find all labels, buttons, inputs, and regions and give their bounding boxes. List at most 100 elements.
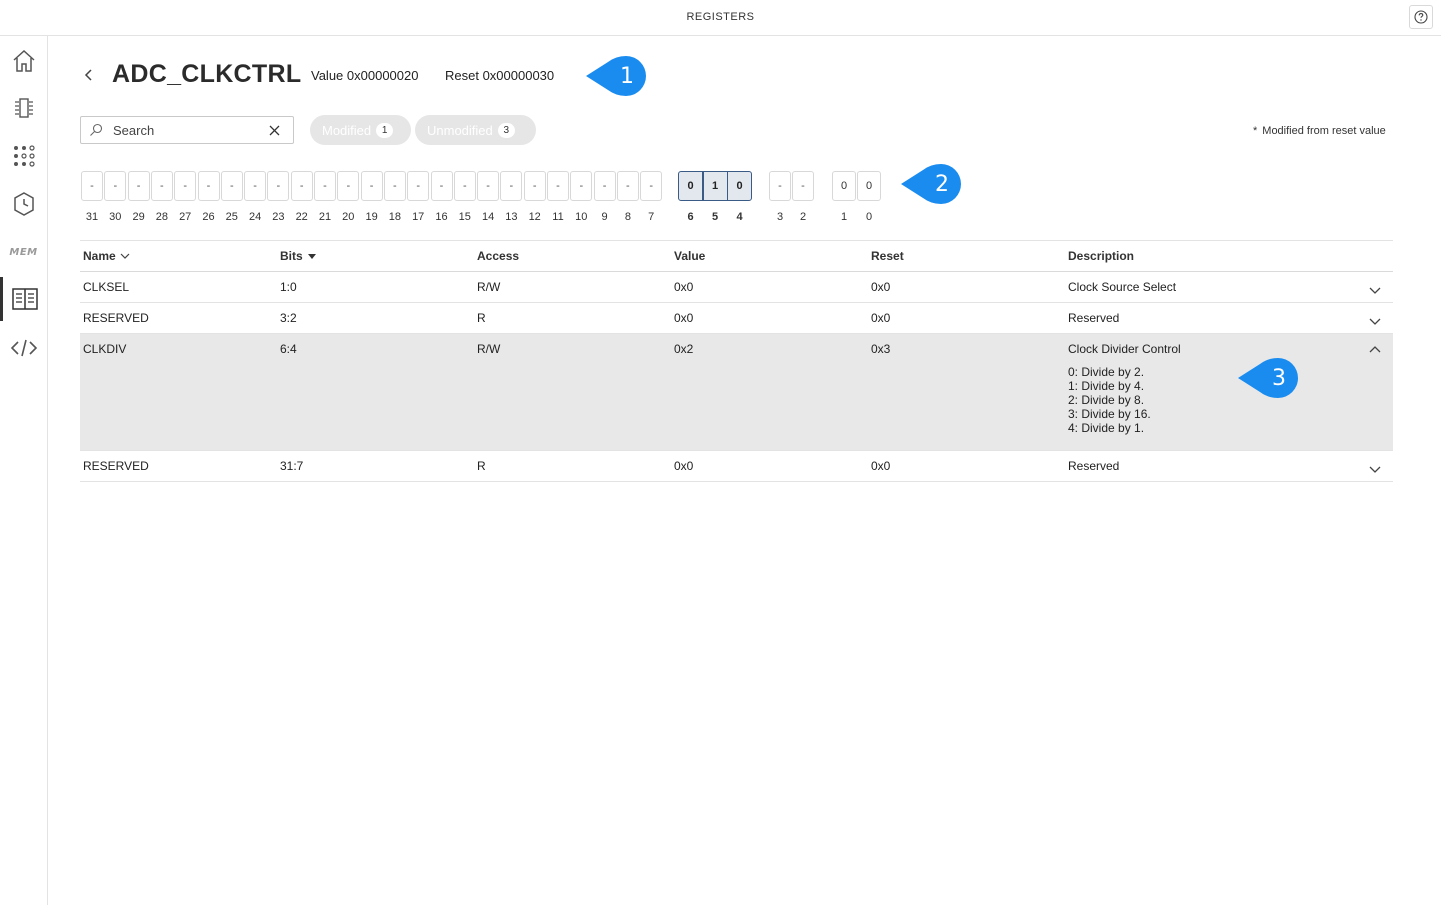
bit-number-label: 16 — [435, 211, 448, 223]
bit-number-label: 23 — [272, 211, 285, 223]
bit-cell-24[interactable]: - — [244, 171, 267, 201]
bit-number-label: 4 — [736, 211, 743, 223]
bit-number-label: 0 — [865, 211, 873, 223]
bit-cell-11[interactable]: - — [547, 171, 569, 201]
cell-value: 0x0 — [674, 311, 694, 325]
column-header-bits[interactable]: Bits — [280, 249, 317, 263]
bit-cell-8[interactable]: - — [616, 171, 639, 201]
table-row[interactable]: RESERVED 31:7 R 0x0 0x0 Reserved — [80, 451, 1393, 482]
bit-cell-26[interactable]: - — [197, 171, 220, 201]
search-input[interactable] — [113, 121, 263, 139]
cell-bits: 31:7 — [280, 459, 304, 473]
bit-cell-16[interactable]: - — [430, 171, 453, 201]
sidebar-item-registers[interactable] — [0, 277, 47, 321]
bit-number-label: 1 — [840, 211, 848, 223]
chevron-down-icon — [1369, 466, 1381, 473]
bit-cell-12[interactable]: - — [523, 171, 546, 201]
filter-unmodified-button[interactable]: Unmodified 3 — [415, 115, 536, 145]
bit-number-label: 2 — [799, 211, 807, 223]
back-button[interactable] — [80, 64, 98, 86]
clear-search-button[interactable] — [267, 123, 281, 137]
bit-cell-4[interactable]: 0 — [727, 171, 752, 201]
bit-cell-3[interactable]: - — [769, 171, 791, 201]
bit-cell-28[interactable]: - — [150, 171, 173, 201]
column-header-reset[interactable]: Reset — [871, 249, 904, 263]
bit-cell-7[interactable]: - — [640, 171, 663, 201]
bit-cell-2[interactable]: - — [792, 171, 814, 201]
filter-modified-button[interactable]: Modified 1 — [310, 115, 411, 145]
bit-number-label: 15 — [458, 211, 471, 223]
filter-unmodified-count: 3 — [497, 122, 515, 138]
bit-number-label: 12 — [528, 211, 541, 223]
description-details: 0: Divide by 2. 1: Divide by 4. 2: Divid… — [1068, 365, 1151, 435]
bit-number-label: 5 — [711, 211, 719, 223]
bit-number-label: 9 — [601, 211, 608, 223]
sidebar-item-pins[interactable] — [0, 134, 47, 178]
help-button[interactable] — [1409, 5, 1433, 29]
bit-cell-9[interactable]: - — [593, 171, 616, 201]
cell-access: R/W — [477, 280, 501, 294]
bit-number-label: 10 — [575, 211, 588, 223]
table-row[interactable]: CLKSEL 1:0 R/W 0x0 0x0 Clock Source Sele… — [80, 272, 1393, 303]
bit-number-label: 8 — [624, 211, 631, 223]
cell-bits: 6:4 — [280, 342, 297, 356]
bit-cell-23[interactable]: - — [267, 171, 290, 201]
column-header-value[interactable]: Value — [674, 249, 705, 263]
collapse-row-button[interactable] — [1368, 342, 1382, 354]
search-box[interactable] — [80, 116, 294, 144]
column-header-description[interactable]: Description — [1068, 249, 1134, 263]
expand-row-button[interactable] — [1368, 282, 1382, 294]
bit-cell-20[interactable]: - — [337, 171, 360, 201]
bit-number-label: 20 — [342, 211, 355, 223]
bit-cell-15[interactable]: - — [453, 171, 476, 201]
modified-star-icon: * — [1253, 125, 1258, 137]
cell-value: 0x0 — [674, 459, 694, 473]
sort-descending-icon — [307, 253, 316, 259]
column-header-bits-label: Bits — [280, 249, 303, 263]
bit-cell-29[interactable]: - — [127, 171, 150, 201]
bit-cell-21[interactable]: - — [314, 171, 336, 201]
bit-number-label: 29 — [132, 211, 145, 223]
sidebar-item-memory[interactable]: MEM — [0, 230, 47, 274]
bit-cell-27[interactable]: - — [174, 171, 197, 201]
expand-row-button[interactable] — [1368, 461, 1382, 473]
bit-number-label: 14 — [481, 211, 495, 223]
callout-marker: 3 — [1238, 358, 1300, 398]
column-header-name[interactable]: Name — [83, 249, 130, 263]
bit-cell-13[interactable]: - — [500, 171, 523, 201]
bit-cell-14[interactable]: - — [477, 171, 500, 201]
bit-cell-22[interactable]: - — [290, 171, 313, 201]
bit-number-label: 3 — [776, 211, 784, 223]
bit-number-label: 22 — [295, 211, 308, 223]
register-value: Value 0x00000020 — [311, 68, 419, 83]
bit-cell-1[interactable]: 0 — [832, 171, 856, 201]
bit-number-label: 17 — [412, 211, 425, 223]
bit-cell-19[interactable]: - — [360, 171, 383, 201]
filter-unmodified-label: Unmodified — [427, 122, 493, 138]
bit-cell-31[interactable]: - — [81, 171, 103, 201]
sidebar-item-code[interactable] — [0, 326, 47, 370]
sidebar-item-peripherals[interactable] — [0, 86, 47, 130]
bit-cell-10[interactable]: - — [570, 171, 593, 201]
table-row[interactable]: RESERVED 3:2 R 0x0 0x0 Reserved — [80, 303, 1393, 334]
sidebar-item-clock[interactable] — [0, 182, 47, 226]
bit-cell-30[interactable]: - — [104, 171, 127, 201]
help-icon — [1414, 10, 1428, 24]
memory-icon: MEM — [9, 246, 38, 258]
bit-cell-17[interactable]: - — [407, 171, 430, 201]
bit-number-label: 21 — [318, 211, 332, 223]
bit-cell-6[interactable]: 0 — [678, 171, 703, 201]
table-row-expanded[interactable]: CLKDIV 6:4 R/W 0x2 0x3 Clock Divider Con… — [80, 334, 1393, 451]
callout-number: 1 — [620, 64, 634, 89]
bit-cell-0[interactable]: 0 — [857, 171, 881, 201]
bit-cell-5[interactable]: 1 — [702, 171, 728, 201]
callout-number: 2 — [935, 172, 949, 197]
bit-cell-18[interactable]: - — [383, 171, 406, 201]
sidebar-item-home[interactable] — [0, 39, 47, 83]
cell-name: RESERVED — [83, 459, 149, 473]
top-bar: REGISTERS — [0, 0, 1441, 36]
modified-legend: * Modified from reset value — [1253, 125, 1386, 137]
bit-cell-25[interactable]: - — [220, 171, 243, 201]
expand-row-button[interactable] — [1368, 313, 1382, 325]
column-header-access[interactable]: Access — [477, 249, 519, 263]
